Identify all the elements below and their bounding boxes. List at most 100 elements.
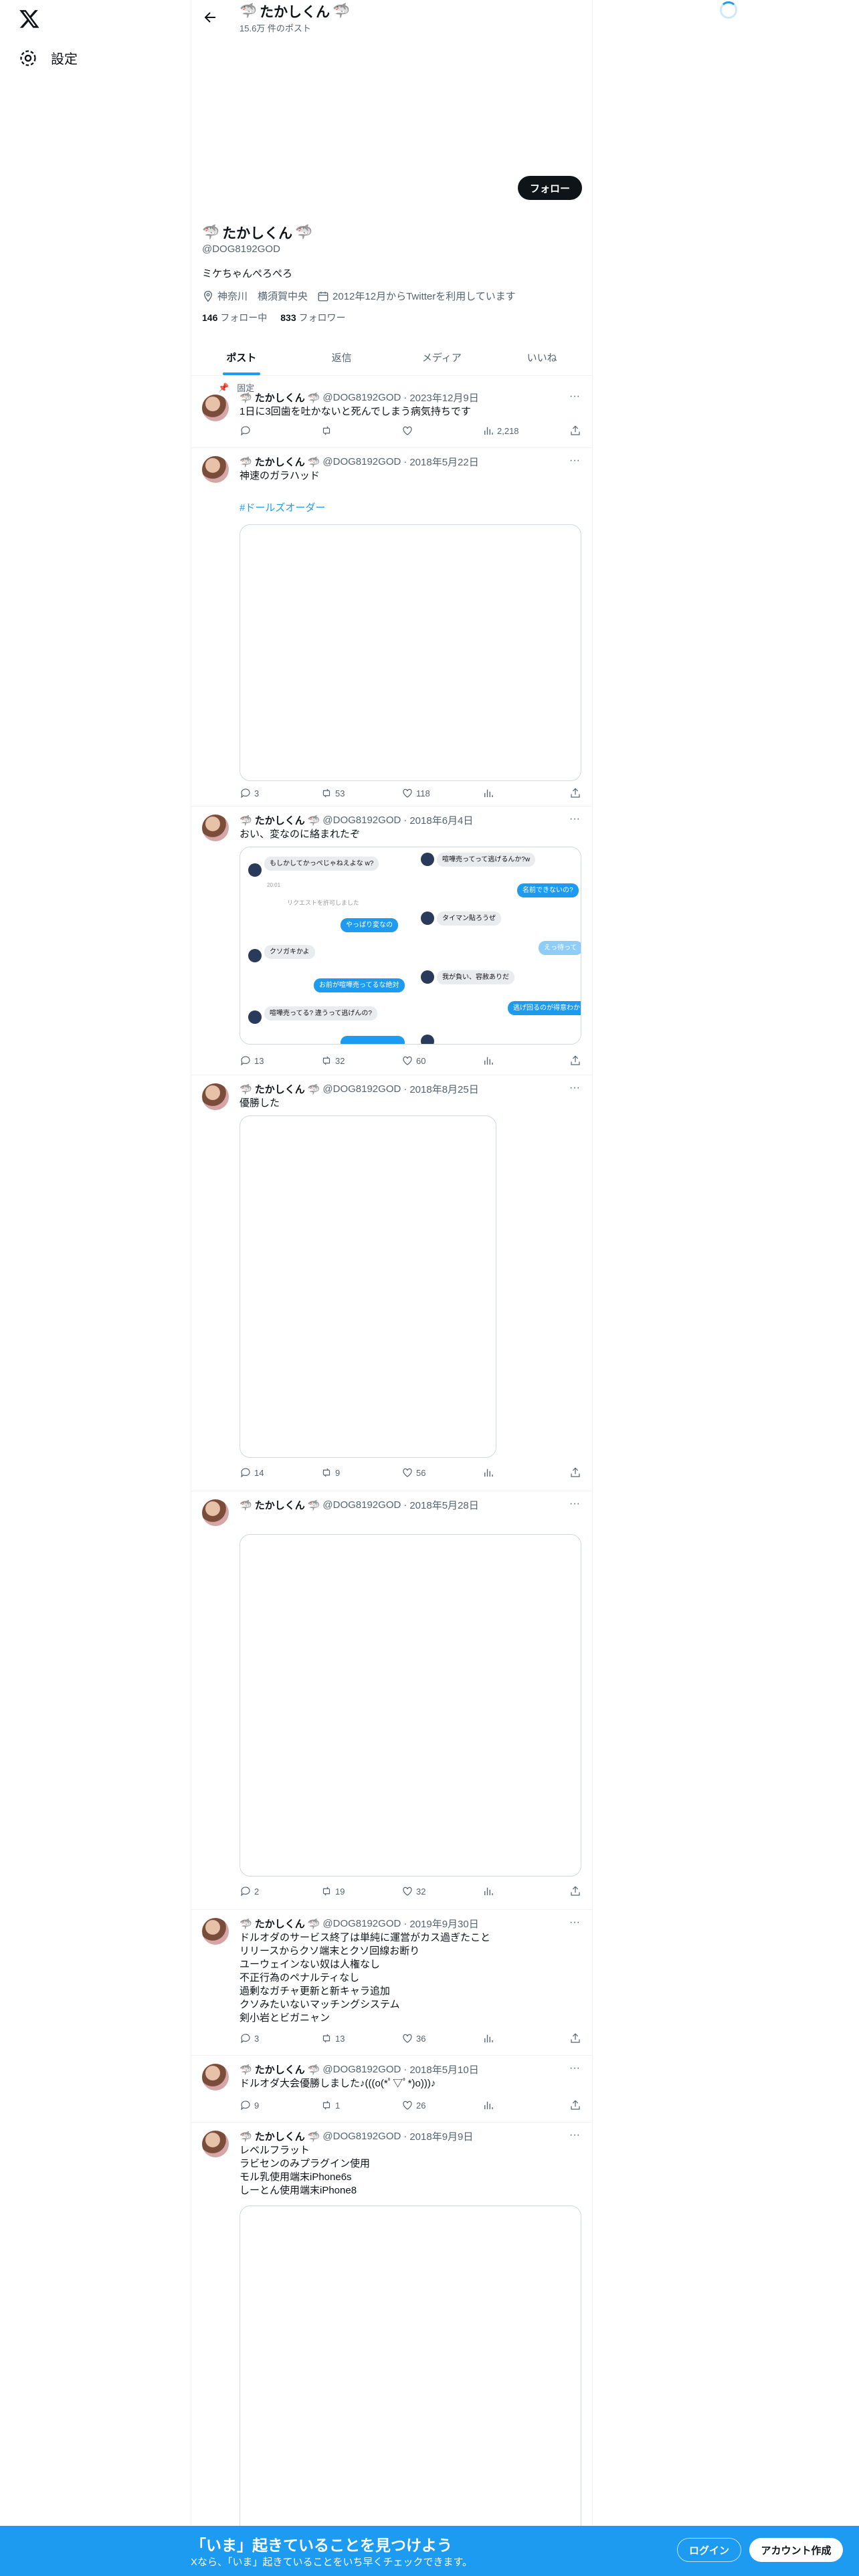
reply-button[interactable]: 14 xyxy=(240,1467,320,1479)
share-button[interactable] xyxy=(569,2032,581,2044)
post[interactable]: 🦈 たかしくん 🦈 @DOG8192GOD · 2018年5月10日 ··· ドルオダ大… xyxy=(191,2056,592,2123)
post[interactable]: 🦈 たかしくん 🦈 @DOG8192GOD · 2019年9月30日 ··· ドルオダの… xyxy=(191,1910,592,2056)
author-name[interactable]: たかしくん xyxy=(255,1082,305,1096)
avatar[interactable] xyxy=(202,1499,229,1526)
post[interactable]: 🦈 たかしくん 🦈 @DOG8192GOD · 2018年6月4日 ··· おい、変なの… xyxy=(191,807,592,1075)
back-arrow-icon[interactable] xyxy=(202,9,218,25)
avatar[interactable] xyxy=(202,1918,229,1945)
share-button[interactable] xyxy=(569,787,581,799)
tab-replies[interactable]: 返信 xyxy=(292,340,392,375)
login-button[interactable]: ログイン xyxy=(677,2538,741,2562)
views-button[interactable] xyxy=(482,1055,568,1067)
views-button[interactable]: 2,218 xyxy=(482,425,568,437)
more-options-icon[interactable]: ··· xyxy=(569,391,581,403)
post-date[interactable]: 2018年5月22日 xyxy=(409,455,478,469)
post-image[interactable] xyxy=(240,1115,496,1458)
share-button[interactable] xyxy=(569,2099,581,2111)
post-image-chat[interactable]: もしかしてかっぺじゃねえよな w? 20:01 リクエストを許可しました やっぱ… xyxy=(240,847,581,1045)
post-date[interactable]: 2018年5月28日 xyxy=(409,1498,478,1512)
create-account-button[interactable]: アカウント作成 xyxy=(749,2538,843,2562)
tab-media[interactable]: メディア xyxy=(392,340,492,375)
post[interactable]: 🦈 たかしくん 🦈 @DOG8192GOD · 2018年5月22日 ··· 神速のガラ… xyxy=(191,448,592,807)
author-handle[interactable]: @DOG8192GOD xyxy=(322,2131,401,2142)
author-handle[interactable]: @DOG8192GOD xyxy=(322,2064,401,2075)
author-name[interactable]: たかしくん xyxy=(255,813,305,827)
author-handle[interactable]: @DOG8192GOD xyxy=(322,456,401,467)
author-handle[interactable]: @DOG8192GOD xyxy=(322,1083,401,1095)
reply-button[interactable] xyxy=(240,425,320,437)
x-logo-icon[interactable] xyxy=(19,8,40,29)
reply-button[interactable]: 3 xyxy=(240,787,320,799)
author-handle[interactable]: @DOG8192GOD xyxy=(322,392,401,403)
following-link[interactable]: 146 フォロー中 xyxy=(202,311,267,324)
post-image[interactable] xyxy=(240,524,581,781)
post-date[interactable]: 2023年12月9日 xyxy=(409,391,478,405)
author-name[interactable]: たかしくん xyxy=(255,1498,305,1512)
like-button[interactable]: 60 xyxy=(401,1055,482,1067)
avatar[interactable] xyxy=(202,815,229,841)
author-name[interactable]: たかしくん xyxy=(255,2129,305,2143)
avatar[interactable] xyxy=(202,2064,229,2090)
post-image[interactable] xyxy=(240,2206,581,2553)
post[interactable]: 📌 固定 🦈 たかしくん 🦈 @DOG8192GOD · 2023年12月9日 ··· … xyxy=(191,376,592,448)
settings-link[interactable]: 設定 xyxy=(19,48,78,68)
avatar[interactable] xyxy=(202,456,229,483)
repost-button[interactable]: 32 xyxy=(320,1055,401,1067)
author-handle[interactable]: @DOG8192GOD xyxy=(322,815,401,826)
author-name[interactable]: たかしくん xyxy=(255,455,305,469)
share-button[interactable] xyxy=(569,1055,581,1067)
more-options-icon[interactable]: ··· xyxy=(569,2129,581,2141)
post-image[interactable] xyxy=(240,1534,581,1876)
author-handle[interactable]: @DOG8192GOD xyxy=(322,1918,401,1929)
like-button[interactable]: 36 xyxy=(401,2032,482,2044)
more-options-icon[interactable]: ··· xyxy=(569,1917,581,1929)
post-date[interactable]: 2018年6月4日 xyxy=(409,813,473,827)
share-button[interactable] xyxy=(569,1467,581,1479)
views-button[interactable] xyxy=(482,2099,568,2111)
hashtag-link[interactable]: #ドールズオーダー xyxy=(240,502,325,515)
reply-button[interactable]: 13 xyxy=(240,1055,320,1067)
repost-button[interactable]: 9 xyxy=(320,1467,401,1479)
reply-button[interactable]: 9 xyxy=(240,2099,320,2111)
post-date[interactable]: 2019年9月30日 xyxy=(409,1917,478,1931)
post[interactable]: 🦈 たかしくん 🦈 @DOG8192GOD · 2018年9月9日 ··· レベルフラッ… xyxy=(191,2123,592,2553)
share-button[interactable] xyxy=(569,425,581,437)
more-options-icon[interactable]: ··· xyxy=(569,1498,581,1510)
more-options-icon[interactable]: ··· xyxy=(569,813,581,825)
author-name[interactable]: たかしくん xyxy=(255,1917,305,1931)
tab-posts[interactable]: ポスト xyxy=(191,340,292,375)
like-button[interactable]: 118 xyxy=(401,787,482,799)
repost-button[interactable]: 53 xyxy=(320,787,401,799)
post-date[interactable]: 2018年8月25日 xyxy=(409,1082,478,1096)
avatar[interactable] xyxy=(202,1083,229,1110)
author-name[interactable]: たかしくん xyxy=(255,391,305,405)
follow-button[interactable]: フォロー xyxy=(518,176,582,200)
avatar[interactable] xyxy=(202,395,229,421)
post[interactable]: 🦈 たかしくん 🦈 @DOG8192GOD · 2018年8月25日 ··· 優勝した … xyxy=(191,1075,592,1491)
tab-likes[interactable]: いいね xyxy=(492,340,592,375)
views-button[interactable] xyxy=(482,1885,568,1897)
share-button[interactable] xyxy=(569,1885,581,1897)
post-date[interactable]: 2018年5月10日 xyxy=(409,2062,478,2076)
repost-button[interactable]: 1 xyxy=(320,2099,401,2111)
repost-button[interactable]: 19 xyxy=(320,1885,401,1897)
like-button[interactable]: 26 xyxy=(401,2099,482,2111)
more-options-icon[interactable]: ··· xyxy=(569,2062,581,2074)
author-handle[interactable]: @DOG8192GOD xyxy=(322,1499,401,1511)
like-button[interactable]: 56 xyxy=(401,1467,482,1479)
repost-button[interactable]: 13 xyxy=(320,2032,401,2044)
like-button[interactable] xyxy=(401,425,482,437)
like-button[interactable]: 32 xyxy=(401,1885,482,1897)
post[interactable]: 🦈 たかしくん 🦈 @DOG8192GOD · 2018年5月28日 ··· 2 19 … xyxy=(191,1491,592,1910)
reply-button[interactable]: 2 xyxy=(240,1885,320,1897)
views-button[interactable] xyxy=(482,787,568,799)
post-date[interactable]: 2018年9月9日 xyxy=(409,2129,473,2143)
repost-button[interactable] xyxy=(320,425,401,437)
more-options-icon[interactable]: ··· xyxy=(569,455,581,467)
views-button[interactable] xyxy=(482,2032,568,2044)
views-button[interactable] xyxy=(482,1467,568,1479)
reply-button[interactable]: 3 xyxy=(240,2032,320,2044)
more-options-icon[interactable]: ··· xyxy=(569,1082,581,1094)
author-name[interactable]: たかしくん xyxy=(255,2062,305,2076)
followers-link[interactable]: 833 フォロワー xyxy=(280,311,345,324)
